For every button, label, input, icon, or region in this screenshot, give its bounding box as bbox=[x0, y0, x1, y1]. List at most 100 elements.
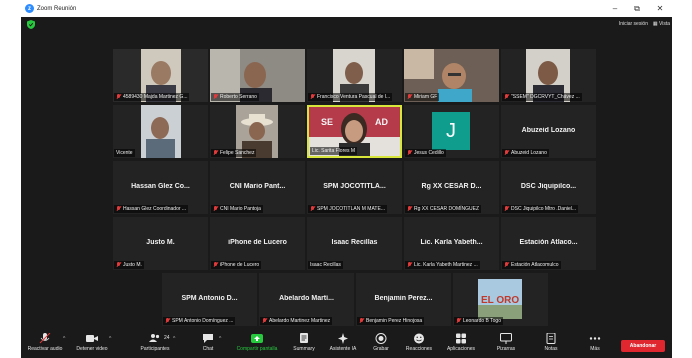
participant-name-label: DSC Jiquipilco Mtro .Daniel... bbox=[502, 205, 579, 213]
participant-tile[interactable]: SPM Antonio D... SPM Antonio Domínguez .… bbox=[162, 273, 257, 326]
participant-tile[interactable]: J Jesus Cedillo bbox=[404, 105, 499, 158]
view-label: Vista bbox=[658, 21, 670, 27]
muted-mic-icon bbox=[407, 206, 412, 212]
participant-tile[interactable]: Lic. Karla Yabeth... Lic. Karla Yabeth M… bbox=[404, 217, 499, 270]
participant-name-label: Benjamin Perez Hinojosa bbox=[357, 317, 425, 325]
muted-mic-icon bbox=[310, 206, 315, 212]
muted-mic-icon bbox=[504, 262, 509, 268]
muted-mic-icon bbox=[504, 150, 509, 156]
reactions-icon bbox=[414, 333, 424, 344]
participant-name-label: Roberto Serrano bbox=[211, 93, 259, 101]
participant-name-label: Felipe Sanchez bbox=[211, 149, 257, 157]
security-shield-icon[interactable] bbox=[27, 20, 35, 29]
participant-display-name: Benjamin Perez... bbox=[374, 295, 433, 302]
muted-mic-icon bbox=[504, 94, 509, 100]
chat-icon bbox=[203, 334, 213, 343]
participant-name-label: Vicente bbox=[114, 149, 135, 157]
participants-button[interactable]: Participantes bbox=[133, 333, 177, 352]
notes-icon bbox=[546, 333, 556, 344]
view-button[interactable]: ▦ Vista bbox=[653, 21, 670, 27]
active-speaker-tile[interactable]: SE AD Lic. Sarita Flores M bbox=[307, 105, 402, 158]
muted-mic-icon bbox=[213, 206, 218, 212]
login-button[interactable]: Iniciar sesión bbox=[619, 21, 648, 27]
participant-display-name: Rg XX CESAR D... bbox=[421, 183, 482, 190]
unmute-button[interactable]: Reactivar audio bbox=[23, 333, 67, 352]
participant-name-label: Abuzeid Lozano bbox=[502, 149, 549, 157]
participant-tile[interactable]: Felipe Sanchez bbox=[210, 105, 305, 158]
muted-mic-icon bbox=[116, 262, 121, 268]
muted-mic-icon bbox=[359, 318, 364, 324]
minimize-icon[interactable]: – bbox=[604, 0, 626, 17]
participant-tile[interactable]: DSC Jiquipilco... DSC Jiquipilco Mtro .D… bbox=[501, 161, 596, 214]
whiteboards-button[interactable]: Pizarras bbox=[491, 333, 521, 352]
participant-tile[interactable]: 4589430 Majda Martinez G... bbox=[113, 49, 208, 102]
participant-tile[interactable]: Vicente bbox=[113, 105, 208, 158]
participant-tile[interactable]: Estación Atlaco... Estación Atlacomulco bbox=[501, 217, 596, 270]
leave-meeting-button[interactable]: Abandonar bbox=[621, 340, 665, 352]
participant-tile[interactable]: Rg XX CESAR D... Rg XX CESAR DOMÍNGUEZ bbox=[404, 161, 499, 214]
participant-tile[interactable]: iPhone de Lucero iPhone de Lucero bbox=[210, 217, 305, 270]
muted-mic-icon bbox=[213, 94, 218, 100]
participant-name-label: Estación Atlacomulco bbox=[502, 261, 561, 269]
participant-name-label: Justo M. bbox=[114, 261, 144, 269]
participant-name-label: CNI Mario Pantoja bbox=[211, 205, 263, 213]
participant-tile[interactable]: Miriam GF bbox=[404, 49, 499, 102]
muted-mic-icon bbox=[262, 318, 267, 324]
participant-display-name: iPhone de Lucero bbox=[228, 239, 287, 246]
muted-mic-icon bbox=[407, 262, 412, 268]
participant-display-name: Justo M. bbox=[146, 239, 175, 246]
apps-button[interactable]: Aplicaciones bbox=[441, 333, 481, 352]
video-options-chevron-icon[interactable]: ^ bbox=[109, 336, 111, 342]
whiteboard-icon bbox=[500, 333, 512, 344]
muted-mic-icon bbox=[213, 150, 218, 156]
maximize-icon[interactable]: ⧉ bbox=[626, 0, 648, 17]
participant-tile[interactable]: CNI Mario Pant... CNI Mario Pantoja bbox=[210, 161, 305, 214]
participant-display-name: SPM Antonio D... bbox=[181, 295, 238, 302]
participant-tile[interactable]: Roberto Serrano bbox=[210, 49, 305, 102]
stop-video-button[interactable]: Detener video bbox=[71, 333, 113, 352]
record-icon bbox=[375, 333, 387, 344]
more-button[interactable]: Más bbox=[583, 333, 607, 352]
participant-display-name: Abelardo Martí... bbox=[279, 295, 334, 302]
participant-name-label: SPM JOCOTITLAN M MATE... bbox=[308, 205, 387, 213]
participant-tile[interactable]: Francisco Ventura Pascual de l... bbox=[307, 49, 402, 102]
participant-display-name: Abuzeid Lozano bbox=[521, 127, 576, 134]
participant-tile[interactable]: Abelardo Martí... Abelardo Martinez Mart… bbox=[259, 273, 354, 326]
participant-tile[interactable]: "SSEM" DGCRVYT_Chávez ... bbox=[501, 49, 596, 102]
record-button[interactable]: Grabar bbox=[367, 333, 395, 352]
notes-button[interactable]: Notas bbox=[537, 333, 565, 352]
participant-tile[interactable]: Abuzeid Lozano Abuzeid Lozano bbox=[501, 105, 596, 158]
reactions-button[interactable]: Reacciones bbox=[401, 333, 437, 352]
participant-tile[interactable]: Hassan Glez Co... Hassan Glez Coordinado… bbox=[113, 161, 208, 214]
ai-assistant-button[interactable]: Asistente IA bbox=[325, 333, 361, 352]
muted-mic-icon bbox=[310, 94, 315, 100]
audio-options-chevron-icon[interactable]: ^ bbox=[63, 336, 65, 342]
avatar: J bbox=[432, 112, 470, 150]
participant-display-name: Isaac Recillas bbox=[331, 239, 378, 246]
chat-options-chevron-icon[interactable]: ^ bbox=[219, 336, 221, 342]
summary-button[interactable]: Summary bbox=[289, 333, 319, 352]
share-screen-icon bbox=[251, 334, 263, 343]
participant-display-name: CNI Mario Pant... bbox=[229, 183, 286, 190]
muted-mic-icon bbox=[116, 206, 121, 212]
participant-tile[interactable]: Benjamin Perez... Benjamin Perez Hinojos… bbox=[356, 273, 451, 326]
more-dots-icon bbox=[589, 337, 601, 340]
muted-mic-icon bbox=[407, 94, 412, 100]
participant-name-label: Leonardo B Togo bbox=[454, 317, 503, 325]
participant-name-label: Isaac Recillas bbox=[308, 261, 343, 269]
participant-name-label: Abelardo Martinez Martinez bbox=[260, 317, 333, 325]
share-screen-button[interactable]: Compartir pantalla bbox=[231, 333, 283, 352]
participant-tile[interactable]: EL ORO Leonardo B Togo bbox=[453, 273, 548, 326]
participant-tile[interactable]: Justo M. Justo M. bbox=[113, 217, 208, 270]
participant-name-label: Francisco Ventura Pascual de l... bbox=[308, 93, 393, 101]
close-icon[interactable]: ✕ bbox=[649, 0, 671, 17]
participant-name-label: iPhone de Lucero bbox=[211, 261, 262, 269]
participants-options-chevron-icon[interactable]: ^ bbox=[173, 336, 175, 342]
participant-name-label: SPM Antonio Domínguez ... bbox=[163, 317, 236, 325]
participant-name-label: Miriam GF bbox=[405, 93, 440, 101]
participant-tile[interactable]: SPM JOCOTITLA... SPM JOCOTITLAN M MATE..… bbox=[307, 161, 402, 214]
participant-tile[interactable]: Isaac Recillas Isaac Recillas bbox=[307, 217, 402, 270]
participant-name-label: Hassan Glez Coordinador ... bbox=[114, 205, 189, 213]
apps-icon bbox=[456, 333, 466, 344]
meeting-toolbar: Reactivar audio ^ Detener video ^ Partic… bbox=[21, 330, 672, 358]
